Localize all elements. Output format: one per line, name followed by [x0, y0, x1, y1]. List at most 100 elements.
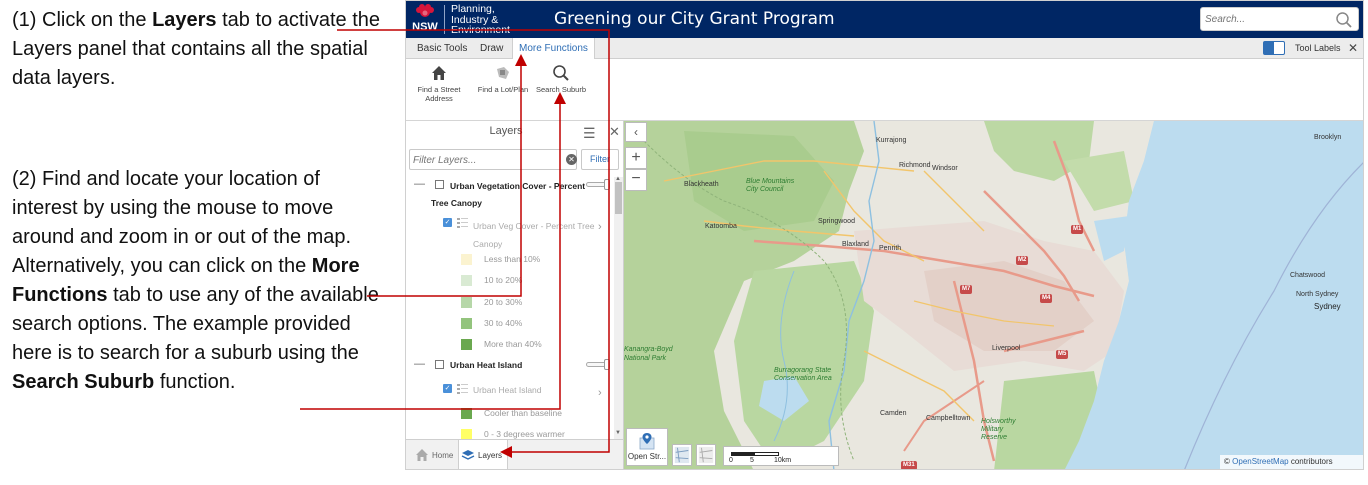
map-label: Liverpool: [992, 345, 1021, 352]
filter-button[interactable]: Filter: [581, 149, 619, 170]
map-label: Campbelltown: [926, 415, 971, 422]
legend-label: 20 to 30%: [484, 297, 523, 307]
lot-icon: [497, 67, 509, 79]
map-label: Richmond: [899, 162, 931, 169]
layer-group-checkbox[interactable]: [435, 360, 444, 369]
step2-text-c: function.: [154, 371, 236, 393]
legend-label: 10 to 20%: [484, 275, 523, 285]
close-icon[interactable]: ✕: [609, 124, 620, 140]
layers-tab-label: Layers: [478, 451, 503, 460]
global-search[interactable]: [1200, 7, 1359, 31]
motorway-shield: M4: [1040, 294, 1053, 303]
basemap-label: Open Str...: [627, 452, 667, 461]
collapse-icon[interactable]: —: [414, 178, 425, 190]
slider-knob[interactable]: [604, 359, 610, 370]
basemap-button[interactable]: Open Str...: [626, 428, 668, 466]
legend-item: 20 to 30%: [461, 296, 611, 310]
nsw-logo[interactable]: NSW: [408, 3, 442, 36]
zoom-out-button[interactable]: −: [625, 169, 647, 191]
search-icon: [553, 65, 569, 81]
chevron-right-icon[interactable]: ›: [598, 221, 602, 233]
dept-line-1: Planning,: [451, 3, 495, 15]
basemap-thumb-icon: [674, 446, 690, 464]
legend-swatch: [461, 408, 472, 419]
collapse-icon[interactable]: —: [414, 358, 425, 370]
function-tabs: Basic Tools Draw More Functions Tool Lab…: [406, 38, 1363, 60]
legend-swatch: [461, 318, 472, 329]
panel-bottom-bar: Home Layers: [406, 439, 624, 469]
clear-icon[interactable]: ✕: [566, 154, 577, 165]
search-suburb-button[interactable]: Search Suburb: [531, 64, 591, 94]
home-tab-label: Home: [432, 451, 454, 460]
map-label: Sydney: [1314, 302, 1341, 311]
motorway-shield: M31: [901, 461, 917, 469]
map-label: Burragorang State Conservation Area: [774, 367, 832, 382]
global-search-input[interactable]: [1205, 11, 1329, 28]
basemap-thumb-icon: [698, 446, 714, 464]
map-label: Chatswood: [1290, 272, 1326, 279]
layer-group-urban-heat[interactable]: — Urban Heat Island: [406, 358, 614, 378]
map-label: Penrith: [879, 245, 902, 252]
scale-label: 5: [750, 457, 754, 464]
openstreetmap-link[interactable]: OpenStreetMap: [1232, 457, 1288, 466]
scale-bar-line: [731, 452, 779, 456]
find-street-address-button[interactable]: Find a Street Address: [409, 64, 469, 103]
dept-line-3: Environment: [451, 24, 510, 36]
scrollbar-thumb[interactable]: [615, 182, 622, 214]
slider-knob[interactable]: [604, 179, 610, 190]
opacity-slider[interactable]: [586, 179, 610, 190]
layers-tab[interactable]: Layers: [458, 440, 508, 469]
legend-label: More than 40%: [484, 339, 542, 349]
step2-text-a: (2) Find and locate your location of int…: [12, 168, 352, 277]
map-label: Kurrajong: [876, 137, 907, 144]
legend-label: 0 - 3 degrees warmer: [484, 429, 565, 439]
map-label: Blaxland: [842, 241, 869, 248]
find-street-address-label: Find a Street Address: [417, 85, 461, 103]
find-lot-plan-label: Find a Lot/Plan: [477, 85, 529, 94]
layer-group-name-cont: Tree Canopy: [431, 198, 483, 208]
layers-icon: [461, 450, 475, 460]
tab-basic-tools[interactable]: Basic Tools: [411, 38, 473, 59]
map-view[interactable]: Kurrajong Richmond Windsor Blackheath Bl…: [624, 121, 1363, 469]
sub-layer-urban-veg[interactable]: ✓ Urban Veg Cover - Percent Tree Canopy …: [406, 216, 614, 249]
motorway-shield: M7: [960, 285, 973, 294]
sub-layer-urban-heat[interactable]: ✓ Urban Heat Island ›: [406, 382, 614, 402]
basemap-thumbnail[interactable]: [696, 444, 716, 466]
attribution-contributors: contributors: [1290, 457, 1333, 466]
layer-group-urban-veg[interactable]: — Urban Vegetation Cover - Percent Tree …: [406, 178, 614, 214]
tab-more-functions[interactable]: More Functions: [512, 38, 595, 60]
logo-text: NSW: [412, 21, 438, 33]
home-tab[interactable]: Home: [413, 440, 458, 469]
layers-scrollbar[interactable]: ▲ ▼: [614, 176, 623, 439]
basemap-thumbnail[interactable]: [672, 444, 692, 466]
app-title: Greening our City Grant Program: [554, 9, 835, 29]
chevron-right-icon[interactable]: ›: [598, 387, 602, 399]
legend-swatch: [461, 297, 472, 308]
checkbox-checked-icon[interactable]: ✓: [443, 218, 452, 227]
legend-item: 10 to 20%: [461, 274, 611, 288]
legend-swatch: [461, 339, 472, 350]
department-name: Planning, Industry & Environment: [451, 4, 510, 36]
collapse-panel-button[interactable]: ‹: [625, 122, 647, 142]
zoom-in-button[interactable]: +: [625, 147, 647, 169]
menu-icon[interactable]: ☰: [583, 125, 596, 142]
opacity-slider[interactable]: [586, 359, 610, 370]
filter-layers-input[interactable]: [413, 153, 553, 167]
map-attribution: © OpenStreetMap contributors: [1220, 455, 1363, 469]
scale-label: 10km: [774, 457, 792, 464]
checkbox-checked-icon[interactable]: ✓: [443, 384, 452, 393]
tab-draw[interactable]: Draw: [474, 38, 509, 59]
legend-list-icon: [457, 218, 468, 228]
legend-label: 30 to 40%: [484, 318, 523, 328]
instruction-step-1: (1) Click on the Layers tab to activate …: [12, 6, 382, 93]
map-label: Blackheath: [684, 181, 719, 188]
motorway-shield: M2: [1016, 256, 1029, 265]
filter-layers-field[interactable]: ✕: [409, 149, 577, 170]
tool-labels-toggle[interactable]: [1263, 41, 1285, 55]
scroll-down-icon[interactable]: ▼: [615, 430, 621, 436]
close-icon[interactable]: ✕: [1348, 38, 1358, 59]
layer-group-checkbox[interactable]: [435, 180, 444, 189]
find-lot-plan-button[interactable]: Find a Lot/Plan: [473, 64, 533, 94]
search-icon[interactable]: [1335, 11, 1353, 29]
motorway-shield: M5: [1056, 350, 1069, 359]
